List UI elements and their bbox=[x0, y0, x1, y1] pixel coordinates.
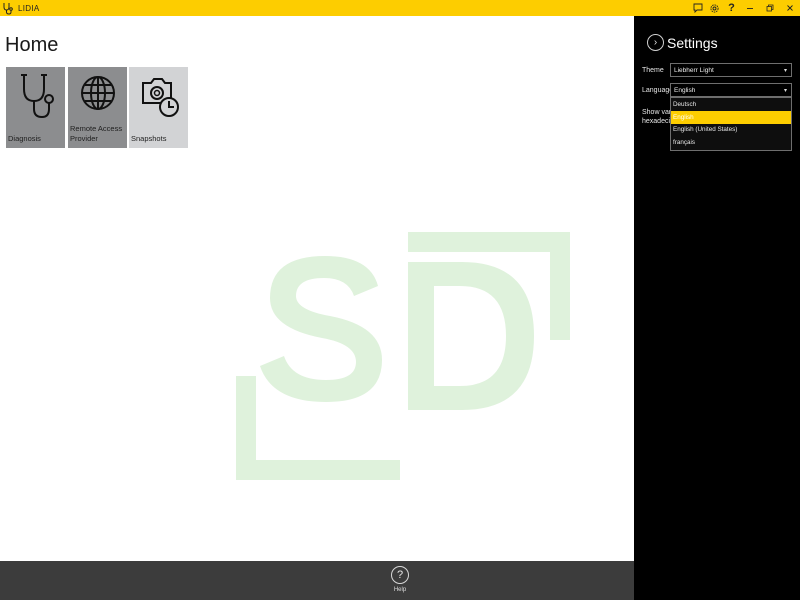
help-icon[interactable]: ? bbox=[723, 0, 740, 16]
help-label: Help bbox=[393, 587, 407, 593]
hexadecimal-label: hexadecim bbox=[642, 118, 672, 125]
stethoscope-app-icon bbox=[0, 0, 16, 16]
language-select[interactable]: English ▾ bbox=[670, 83, 792, 97]
tile-label: Remote Access Provider bbox=[70, 124, 122, 144]
language-dropdown-list: Deutsch English English (United States) … bbox=[670, 97, 792, 151]
show-variables-label: Show vari bbox=[642, 109, 672, 116]
tile-snapshots[interactable]: Snapshots bbox=[129, 67, 188, 148]
settings-panel: › Settings Theme Liebherr Light ▾ Langua… bbox=[634, 16, 800, 600]
app-title: LIDIA bbox=[18, 3, 40, 13]
chevron-down-icon: ▾ bbox=[783, 68, 787, 74]
watermark-logo bbox=[230, 216, 580, 486]
tile-label-line2: Provider bbox=[70, 134, 98, 143]
language-select-value: English bbox=[674, 86, 696, 94]
question-icon: ? bbox=[391, 566, 409, 584]
close-icon[interactable] bbox=[780, 0, 800, 16]
stethoscope-icon bbox=[6, 67, 65, 125]
globe-icon bbox=[68, 67, 127, 119]
chevron-down-icon: ▾ bbox=[783, 88, 787, 94]
restore-icon[interactable] bbox=[760, 0, 780, 16]
chat-icon[interactable] bbox=[689, 0, 706, 16]
language-option-selected[interactable]: English bbox=[671, 110, 791, 124]
minimize-icon[interactable] bbox=[740, 0, 760, 16]
help-button[interactable]: ? Help bbox=[388, 566, 412, 598]
bottom-bar: ? Help bbox=[0, 561, 634, 600]
language-option[interactable]: English (United States) bbox=[671, 124, 791, 137]
gear-icon[interactable] bbox=[706, 0, 723, 16]
tile-label: Diagnosis bbox=[8, 134, 41, 143]
language-label: Language bbox=[642, 87, 674, 94]
title-bar: LIDIA ? bbox=[0, 0, 800, 16]
language-option[interactable]: français bbox=[671, 136, 791, 149]
theme-select[interactable]: Liebherr Light ▾ bbox=[670, 63, 792, 77]
theme-label: Theme bbox=[642, 67, 664, 74]
language-option[interactable]: Deutsch bbox=[671, 98, 791, 111]
chevron-right-icon[interactable]: › bbox=[647, 34, 664, 51]
app-window: LIDIA ? Home Diagnosis Remote Access Pro… bbox=[0, 0, 800, 600]
tile-diagnosis[interactable]: Diagnosis bbox=[6, 67, 65, 148]
tile-label-line1: Remote Access bbox=[70, 124, 123, 133]
page-title: Home bbox=[5, 34, 59, 56]
theme-select-value: Liebherr Light bbox=[674, 66, 714, 74]
title-toolbar: ? bbox=[689, 0, 800, 16]
tile-label: Snapshots bbox=[131, 134, 167, 143]
home-view: Home Diagnosis Remote Access Provider Sn… bbox=[0, 16, 634, 561]
settings-title: Settings bbox=[667, 35, 718, 51]
tile-remote-access-provider[interactable]: Remote Access Provider bbox=[68, 67, 127, 148]
camera-clock-icon bbox=[129, 67, 188, 125]
